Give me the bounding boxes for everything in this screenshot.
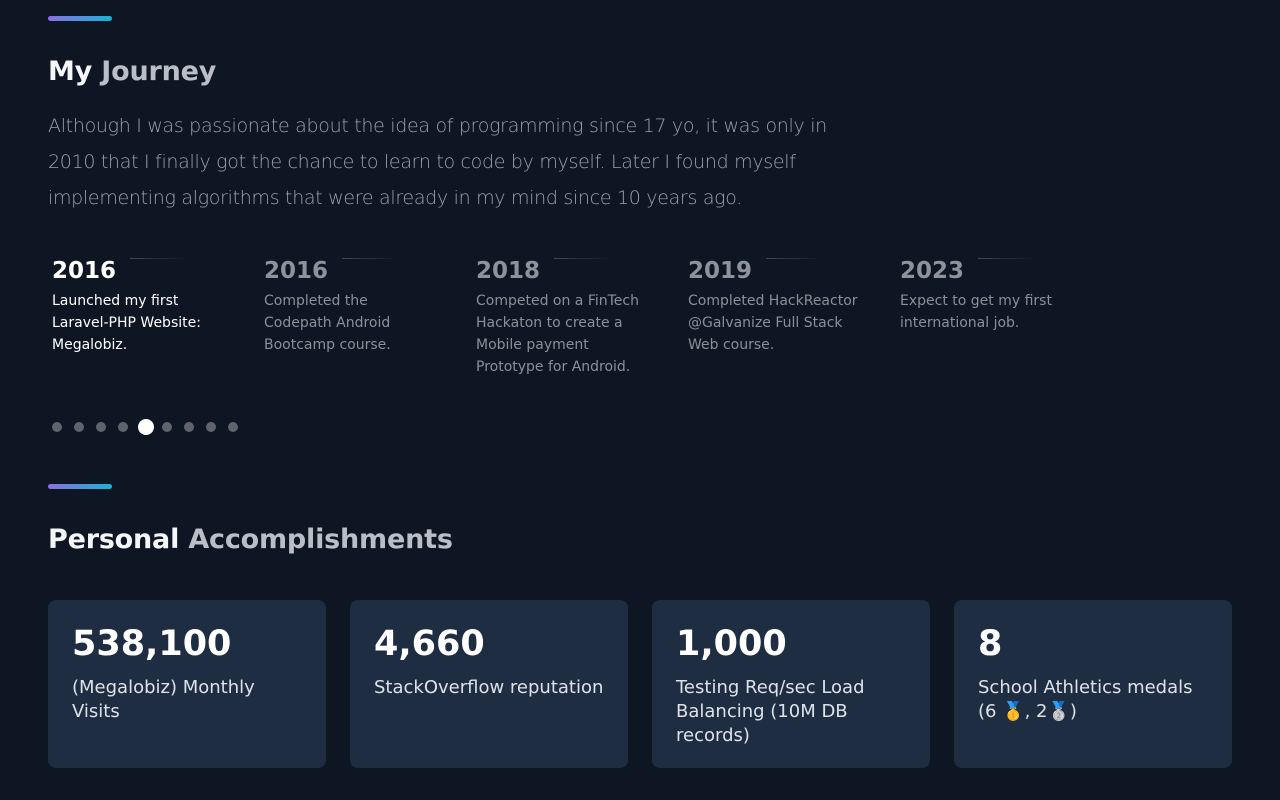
- pagination-dot[interactable]: [206, 422, 216, 432]
- stat-value: 4,660: [374, 624, 485, 664]
- timeline-connector: [978, 258, 1034, 259]
- stat-label: Testing Req/sec Load Balancing (10M DB r…: [676, 677, 865, 746]
- carousel-pagination: [52, 418, 250, 436]
- stat-value: 8: [978, 624, 1003, 664]
- stat-card: 8 School Athletics medals (6 🥇, 2🥈): [954, 600, 1232, 768]
- timeline-text: Expect to get my first international job…: [900, 293, 1052, 331]
- pagination-dot[interactable]: [74, 422, 84, 432]
- stat-label: StackOverflow reputation: [374, 677, 604, 698]
- timeline-text: Launched my first Laravel-PHP Website: M…: [52, 293, 201, 353]
- stat-value: 1,000: [676, 624, 787, 664]
- timeline-connector: [342, 258, 398, 259]
- timeline-item[interactable]: 2018 Competed on a FinTech Hackaton to c…: [472, 254, 660, 378]
- stat-card: 4,660 StackOverflow reputation: [350, 600, 628, 768]
- timeline-item[interactable]: 2019 Completed HackReactor @Galvanize Fu…: [684, 254, 872, 356]
- stat-card: 1,000 Testing Req/sec Load Balancing (10…: [652, 600, 930, 768]
- pagination-dot-active[interactable]: [138, 419, 154, 435]
- accomplishments-title-word2: Accomplishments: [188, 524, 453, 555]
- journey-intro: Although I was passionate about the idea…: [48, 115, 827, 209]
- pagination-dot[interactable]: [52, 422, 62, 432]
- timeline-carousel[interactable]: 2016 Launched my first Laravel-PHP Websi…: [48, 254, 1108, 414]
- timeline-text: Completed the Codepath Android Bootcamp …: [264, 293, 391, 353]
- stat-card: 538,100 (Megalobiz) Monthly Visits: [48, 600, 326, 768]
- timeline-connector: [766, 258, 822, 259]
- timeline-text: Completed HackReactor @Galvanize Full St…: [688, 293, 858, 353]
- journey-title-word1: My: [48, 56, 93, 87]
- accomplishments-title-word1: Personal: [48, 524, 180, 555]
- stat-label: (Megalobiz) Monthly Visits: [72, 677, 255, 722]
- timeline-connector: [554, 258, 610, 259]
- stat-value: 538,100: [72, 624, 232, 664]
- accomplishments-title: Personal Accomplishments: [48, 524, 453, 555]
- journey-title-word2: Journey: [101, 56, 217, 87]
- pagination-dot[interactable]: [96, 422, 106, 432]
- timeline-text: Competed on a FinTech Hackaton to create…: [476, 293, 639, 375]
- timeline-item[interactable]: 2016 Launched my first Laravel-PHP Websi…: [48, 254, 236, 356]
- accomplishments-accent-bar: [48, 484, 112, 489]
- journey-accent-bar: [48, 16, 112, 21]
- pagination-dot[interactable]: [162, 422, 172, 432]
- accomplishment-cards: 538,100 (Megalobiz) Monthly Visits 4,660…: [48, 600, 1232, 768]
- stat-label: School Athletics medals (6 🥇, 2🥈): [978, 677, 1193, 722]
- timeline-item[interactable]: 2016 Completed the Codepath Android Boot…: [260, 254, 448, 356]
- pagination-dot[interactable]: [118, 422, 128, 432]
- timeline-item[interactable]: 2023 Expect to get my first internationa…: [896, 254, 1084, 334]
- page: My Journey Although I was passionate abo…: [0, 0, 1280, 800]
- pagination-dot[interactable]: [184, 422, 194, 432]
- journey-title: My Journey: [48, 56, 216, 87]
- pagination-dot[interactable]: [228, 422, 238, 432]
- timeline-connector: [130, 258, 186, 259]
